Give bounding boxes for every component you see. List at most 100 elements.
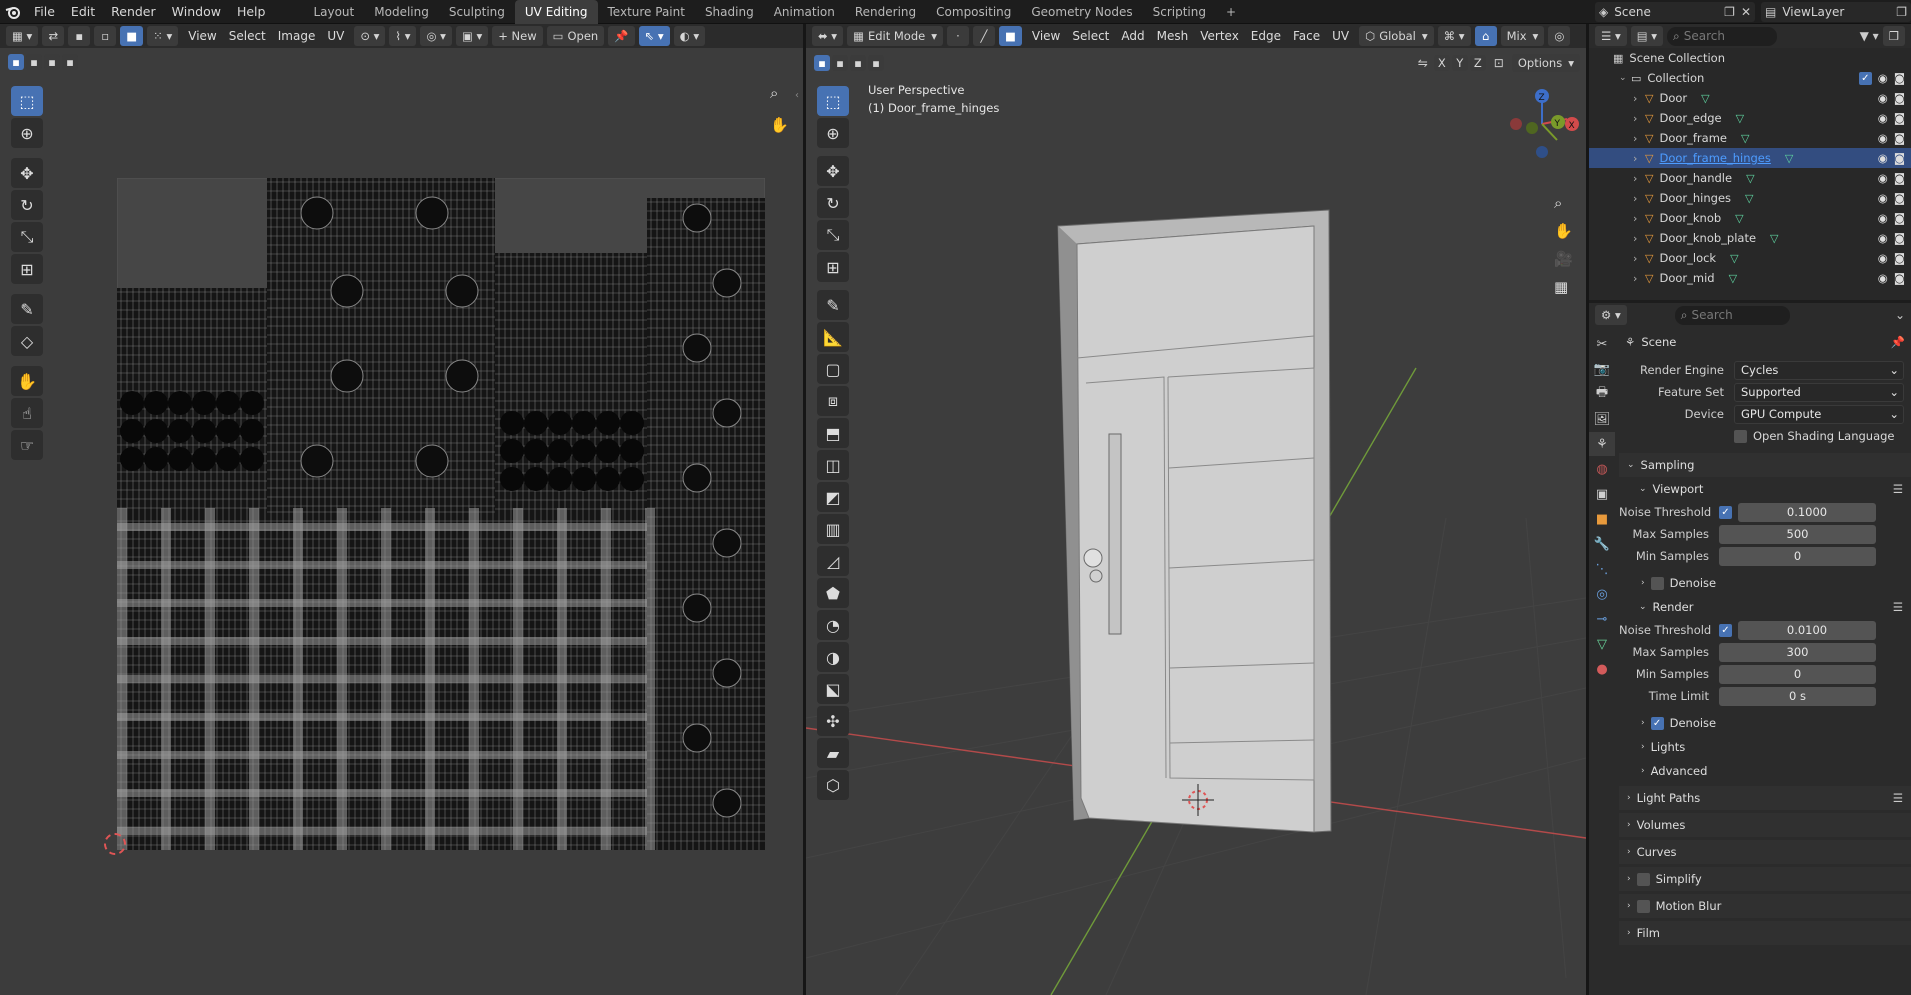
render-camera-icon[interactable]: ◙ — [1894, 231, 1905, 245]
image-browse-icon[interactable]: ▣ ▾ — [455, 26, 489, 46]
2d-cursor-icon[interactable] — [104, 833, 126, 855]
render-tab-icon[interactable]: 📷 — [1589, 357, 1615, 381]
visibility-eye-icon[interactable]: ◉ — [1878, 251, 1888, 265]
uv-zoom-icon[interactable]: ⌕ — [770, 84, 778, 102]
render-camera-icon[interactable]: ◙ — [1894, 211, 1905, 225]
motion-blur-panel[interactable]: › Motion Blur — [1619, 894, 1911, 918]
view-layer-selector[interactable]: ▤ ViewLayer ❐ — [1761, 1, 1911, 22]
editor-type-button[interactable]: ⬌ ▾ — [812, 26, 844, 46]
spin-tool[interactable]: ◔ — [817, 610, 849, 640]
select-new-icon[interactable]: ▪ — [8, 54, 24, 70]
visibility-eye-icon[interactable]: ◉ — [1878, 91, 1888, 105]
presets-list-icon[interactable]: ☰ — [1893, 482, 1903, 496]
snap-icon[interactable]: ⌇ ▾ — [389, 26, 417, 46]
transform-tool[interactable]: ⊞ — [11, 254, 43, 284]
tab-modeling[interactable]: Modeling — [364, 0, 439, 24]
r-denoise-subpanel[interactable]: › ✓ Denoise — [1619, 711, 1911, 735]
menu-item-window[interactable]: Window — [164, 4, 229, 19]
render-engine-dropdown[interactable]: Cycles ⌄ — [1734, 360, 1904, 380]
viewport-menu-view[interactable]: View — [1026, 29, 1066, 43]
visibility-eye-icon[interactable]: ◉ — [1878, 211, 1888, 225]
tab-geometry-nodes[interactable]: Geometry Nodes — [1021, 0, 1142, 24]
light-paths-panel[interactable]: › Light Paths ☰ — [1619, 786, 1911, 810]
chevron-right-icon[interactable]: › — [1633, 232, 1645, 245]
grab-tool[interactable]: ✋ — [11, 366, 43, 396]
select-extend-icon[interactable]: ▪ — [26, 54, 42, 70]
simplify-panel[interactable]: › Simplify — [1619, 867, 1911, 891]
r-noise-threshold-checkbox[interactable]: ✓ — [1719, 623, 1732, 637]
render-camera-icon[interactable]: ◙ — [1894, 251, 1905, 265]
viewport-menu-edge[interactable]: Edge — [1245, 29, 1287, 43]
chevron-right-icon[interactable]: › — [1633, 172, 1645, 185]
tab-uv-editing[interactable]: UV Editing — [514, 0, 598, 24]
uv-menu-image[interactable]: Image — [272, 29, 322, 43]
outliner-row-door-frame-hinges[interactable]: › ▽ Door_frame_hinges ▽ ◉ ◙ — [1589, 148, 1911, 168]
pinch-tool[interactable]: ☞ — [11, 430, 43, 460]
chevron-right-icon[interactable]: › — [1633, 112, 1645, 125]
uv-pan-icon[interactable]: ✋ — [770, 116, 789, 134]
outliner-row-door[interactable]: › ▽ Door ▽ ◉ ◙ — [1589, 88, 1911, 108]
outliner-search[interactable]: ⌕ Search — [1667, 26, 1778, 46]
modifier-tab-icon[interactable]: 🔧 — [1589, 532, 1615, 556]
extrude-tool[interactable]: ⬒ — [817, 418, 849, 448]
scene-tab-icon[interactable]: ⚘ — [1589, 432, 1615, 456]
visibility-eye-icon[interactable]: ◉ — [1878, 71, 1888, 85]
proportional-edit-icon[interactable]: ◎ ▾ — [420, 26, 452, 46]
mesh-data-icon[interactable]: ▽ — [1785, 152, 1793, 165]
motion-blur-checkbox[interactable] — [1636, 899, 1650, 913]
chevron-right-icon[interactable]: › — [1633, 272, 1645, 285]
visibility-eye-icon[interactable]: ◉ — [1878, 271, 1888, 285]
pivot-icon[interactable]: ⊙ ▾ — [354, 26, 386, 46]
collection-exclude-checkbox[interactable]: ✓ — [1858, 71, 1872, 85]
chevron-right-icon[interactable]: › — [1633, 92, 1645, 105]
knife-tool[interactable]: ◿ — [817, 546, 849, 576]
cursor-tool[interactable]: ⊕ — [817, 118, 849, 148]
mesh-data-icon[interactable]: ▽ — [1770, 232, 1778, 245]
scale-tool[interactable]: ⤡ — [817, 220, 849, 250]
editor-type-button[interactable]: ☰ ▾ — [1595, 26, 1627, 46]
select-intersect-icon[interactable]: ▪ — [868, 55, 884, 71]
add-workspace-button[interactable]: + — [1216, 0, 1246, 24]
gizmo-neg-x-icon[interactable] — [1510, 118, 1522, 130]
chevron-right-icon[interactable]: › — [1633, 192, 1645, 205]
select-subtract-icon[interactable]: ▪ — [850, 55, 866, 71]
new-collection-icon[interactable]: ❐ — [1882, 26, 1905, 46]
outliner-row-door-mid[interactable]: › ▽ Door_mid ▽ ◉ ◙ — [1589, 268, 1911, 288]
cursor-tool[interactable]: ⊕ — [11, 118, 43, 148]
volumes-panel[interactable]: › Volumes — [1619, 813, 1911, 837]
viewport-menu-mesh[interactable]: Mesh — [1151, 29, 1195, 43]
render-camera-icon[interactable]: ◙ — [1894, 111, 1905, 125]
visibility-eye-icon[interactable]: ◉ — [1878, 191, 1888, 205]
outliner-row-door-knob[interactable]: › ▽ Door_knob ▽ ◉ ◙ — [1589, 208, 1911, 228]
tab-shading[interactable]: Shading — [695, 0, 764, 24]
lights-subpanel[interactable]: › Lights — [1619, 735, 1911, 759]
viewport-menu-select[interactable]: Select — [1066, 29, 1115, 43]
camera-view-icon[interactable]: 🎥 — [1554, 250, 1573, 278]
mesh-data-icon[interactable]: ▽ — [1729, 272, 1737, 285]
options-dropdown[interactable]: Options ▾ — [1511, 54, 1580, 72]
annotate-tool[interactable]: ✎ — [817, 290, 849, 320]
scene-selector[interactable]: ◈ Scene ❐ ✕ — [1595, 1, 1755, 22]
auto-merge-icon[interactable]: ⊡ — [1494, 56, 1504, 70]
select-subtract-icon[interactable]: ▪ — [44, 54, 60, 70]
sticky-selection-icon[interactable]: ⁙ ▾ — [147, 26, 179, 46]
gizmo-neg-z-icon[interactable] — [1536, 146, 1548, 158]
vp-denoise-subpanel[interactable]: › Denoise — [1619, 571, 1911, 595]
loop-cut-tool[interactable]: ▥ — [817, 514, 849, 544]
viewport-menu-add[interactable]: Add — [1115, 29, 1150, 43]
select-intersect-icon[interactable]: ▪ — [62, 54, 78, 70]
physics-tab-icon[interactable]: ◎ — [1589, 582, 1615, 606]
r-min-samples-field[interactable]: 0 — [1719, 664, 1876, 684]
render-camera-icon[interactable]: ◙ — [1894, 71, 1905, 85]
uv-map-canvas[interactable] — [117, 178, 765, 850]
poly-build-tool[interactable]: ⬟ — [817, 578, 849, 608]
r-time-limit-field[interactable]: 0 s — [1719, 686, 1876, 706]
visibility-eye-icon[interactable]: ◉ — [1878, 111, 1888, 125]
mesh-data-icon[interactable]: ▽ — [1745, 192, 1753, 205]
menu-item-render[interactable]: Render — [103, 4, 164, 19]
vp-noise-threshold-checkbox[interactable]: ✓ — [1719, 505, 1732, 519]
3d-scene[interactable] — [806, 78, 1586, 995]
chevron-right-icon[interactable]: › — [1633, 152, 1645, 165]
uv-menu-select[interactable]: Select — [223, 29, 272, 43]
select-box-tool[interactable]: ⬚ — [817, 86, 849, 116]
